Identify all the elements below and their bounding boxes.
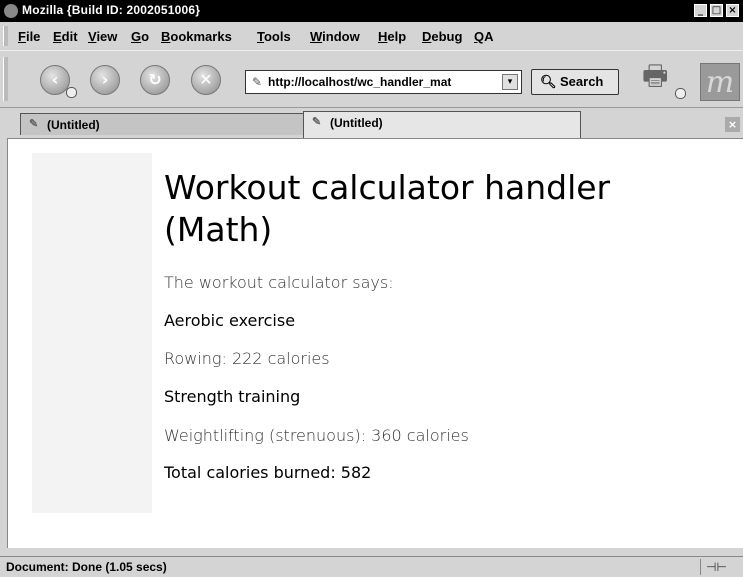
app-icon bbox=[4, 4, 18, 18]
menu-accel: T bbox=[257, 29, 264, 44]
search-icon: 🔍︎ bbox=[540, 74, 557, 89]
menu-accel: F bbox=[18, 29, 26, 44]
navigation-toolbar: ‹ › ↻ ✕ ✎ http://localhost/wc_handler_ma… bbox=[0, 50, 743, 108]
page-proxy-icon[interactable]: ✎ bbox=[252, 75, 262, 89]
mozilla-logo-icon[interactable]: m bbox=[700, 63, 740, 101]
forward-button[interactable]: › bbox=[90, 65, 120, 95]
menu-accel: D bbox=[422, 29, 432, 44]
menu-edit[interactable]: Edit bbox=[53, 29, 78, 44]
maximize-button[interactable]: □ bbox=[710, 4, 723, 17]
page-content: Workout calculator handler (Math) The wo… bbox=[7, 138, 743, 548]
menu-accel: Q bbox=[474, 29, 485, 44]
print-icon: 🖶 bbox=[642, 59, 669, 92]
menu-label: ookmarks bbox=[170, 29, 232, 44]
toolbar-grip[interactable] bbox=[3, 57, 8, 101]
weightlifting-line: Weightlifting (strenuous): 360 calories bbox=[164, 426, 469, 445]
print-dropdown-icon[interactable] bbox=[675, 88, 686, 99]
menu-accel: E bbox=[53, 29, 62, 44]
menu-qa[interactable]: QA bbox=[474, 29, 494, 44]
aerobic-heading: Aerobic exercise bbox=[164, 311, 296, 330]
tab-strip: ✎ (Untitled) ✎ (Untitled) × bbox=[0, 108, 743, 138]
status-text: Document: Done (1.05 secs) bbox=[6, 560, 167, 574]
menu-accel: B bbox=[161, 29, 171, 44]
back-icon: ‹ bbox=[51, 70, 59, 89]
close-button[interactable]: × bbox=[726, 4, 739, 17]
sidebar-placeholder bbox=[32, 153, 152, 513]
reload-icon: ↻ bbox=[148, 70, 162, 89]
back-dropdown-icon[interactable] bbox=[66, 87, 77, 98]
stop-icon: ✕ bbox=[199, 70, 213, 89]
menu-window[interactable]: Window bbox=[310, 29, 360, 44]
search-label: Search bbox=[560, 74, 604, 89]
window-title: Mozilla {Build ID: 2002051006} bbox=[22, 3, 201, 17]
menu-label: dit bbox=[61, 29, 78, 44]
url-text[interactable]: http://localhost/wc_handler_mat bbox=[268, 75, 496, 89]
menu-label: iew bbox=[96, 29, 118, 44]
menu-accel: W bbox=[310, 29, 323, 44]
menu-label: A bbox=[484, 29, 494, 44]
menu-debug[interactable]: Debug bbox=[422, 29, 462, 44]
total-calories: Total calories burned: 582 bbox=[164, 463, 372, 482]
url-bar[interactable]: ✎ http://localhost/wc_handler_mat ▾ bbox=[245, 70, 522, 94]
url-dropdown-icon[interactable]: ▾ bbox=[502, 74, 518, 90]
tab-untitled-1[interactable]: ✎ (Untitled) bbox=[20, 113, 304, 135]
browser-window: Mozilla {Build ID: 2002051006} _ □ × Fil… bbox=[0, 0, 743, 577]
intro-text: The workout calculator says: bbox=[164, 273, 394, 292]
minimize-button[interactable]: _ bbox=[694, 4, 707, 17]
menu-bar: File Edit View Go Bookmarks Tools Window… bbox=[0, 22, 743, 50]
status-divider bbox=[700, 559, 701, 575]
print-button[interactable]: 🖶 bbox=[642, 59, 686, 99]
reload-button[interactable]: ↻ bbox=[140, 65, 170, 95]
title-bar: Mozilla {Build ID: 2002051006} _ □ × bbox=[0, 0, 743, 22]
page-heading: Workout calculator handler (Math) bbox=[164, 168, 611, 249]
tab-label: (Untitled) bbox=[47, 118, 100, 132]
page-icon: ✎ bbox=[29, 118, 39, 130]
menu-help[interactable]: Help bbox=[378, 29, 406, 44]
rowing-line: Rowing: 222 calories bbox=[164, 349, 330, 368]
menubar-grip[interactable] bbox=[3, 26, 8, 46]
menu-bookmarks[interactable]: Bookmarks bbox=[161, 29, 232, 44]
menu-label: ools bbox=[263, 29, 291, 44]
close-tab-icon[interactable]: × bbox=[725, 117, 740, 132]
forward-icon: › bbox=[101, 70, 109, 89]
menu-tools[interactable]: Tools bbox=[257, 29, 291, 44]
menu-go[interactable]: Go bbox=[131, 29, 149, 44]
tab-label: (Untitled) bbox=[330, 116, 383, 130]
content-bottom-border bbox=[0, 548, 743, 556]
menu-label: elp bbox=[387, 29, 407, 44]
menu-label: ile bbox=[25, 29, 41, 44]
menu-view[interactable]: View bbox=[88, 29, 117, 44]
menu-file[interactable]: File bbox=[18, 29, 40, 44]
tab-untitled-2[interactable]: ✎ (Untitled) bbox=[303, 111, 581, 138]
menu-label: ebug bbox=[431, 29, 463, 44]
menu-accel: G bbox=[131, 29, 142, 44]
stop-button[interactable]: ✕ bbox=[191, 65, 221, 95]
menu-label: o bbox=[141, 29, 150, 44]
menu-label: indow bbox=[322, 29, 360, 44]
menu-accel: H bbox=[378, 29, 388, 44]
search-button[interactable]: 🔍︎ Search bbox=[531, 69, 619, 95]
page-icon: ✎ bbox=[312, 116, 322, 128]
strength-heading: Strength training bbox=[164, 387, 301, 406]
connection-icon: ⊣⊢ bbox=[706, 560, 727, 574]
status-bar: Document: Done (1.05 secs) ⊣⊢ bbox=[0, 556, 743, 577]
back-button[interactable]: ‹ bbox=[40, 65, 77, 98]
